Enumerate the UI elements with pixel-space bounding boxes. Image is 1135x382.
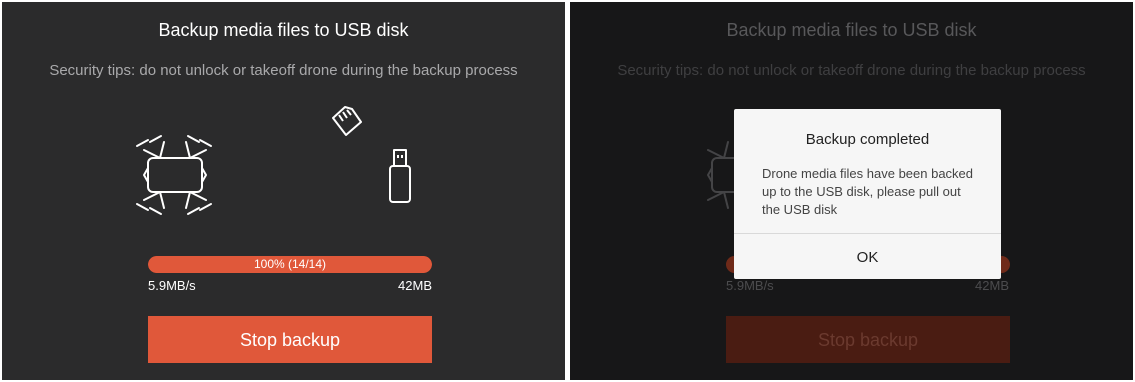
dialog-message: Drone media files have been backed up to…: [762, 166, 974, 217]
dialog-title: Backup completed: [805, 131, 930, 148]
transfer-speed: 5.9MB/s: [726, 278, 774, 293]
page-title: Backup media files to USB disk: [726, 20, 977, 40]
total-size: 42MB: [975, 278, 1009, 293]
usb-drive-icon: [389, 149, 411, 203]
sd-card-icon: [332, 106, 362, 136]
backup-completed-screen: Backup media files to USB disk Security …: [570, 2, 1133, 380]
backup-completed-dialog: Backup completed Drone media files have …: [734, 109, 1001, 279]
drone-icon: [136, 135, 212, 215]
security-tip: Security tips: do not unlock or takeoff …: [617, 62, 1086, 79]
transfer-speed: 5.9MB/s: [148, 278, 196, 293]
backup-screen: Backup media files to USB disk Security …: [2, 2, 565, 380]
stop-backup-button: Stop backup: [726, 316, 1010, 363]
security-tip: Security tips: do not unlock or takeoff …: [49, 62, 518, 79]
total-size: 42MB: [398, 278, 432, 293]
ok-button[interactable]: OK: [734, 234, 1001, 279]
progress-label: 100% (14/14): [253, 257, 327, 271]
backup-progress-bar: 100% (14/14): [148, 256, 432, 273]
page-title: Backup media files to USB disk: [158, 20, 409, 40]
stop-backup-button[interactable]: Stop backup: [148, 316, 432, 363]
